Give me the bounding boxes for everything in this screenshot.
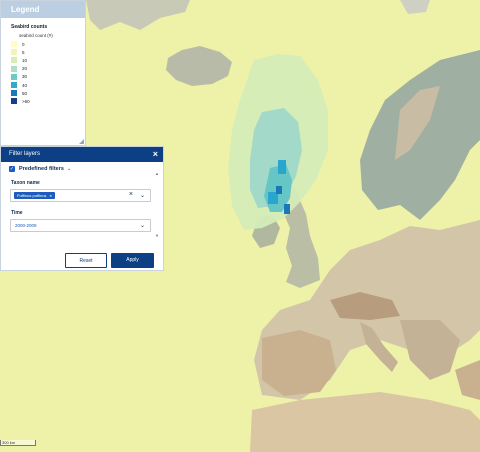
taxon-name-label: Taxon name: [11, 180, 40, 186]
legend-swatch: [11, 49, 17, 56]
legend-swatch: [11, 90, 17, 97]
legend-label: 10: [22, 57, 28, 63]
legend-item: 5: [11, 48, 85, 56]
legend-label: >60: [22, 98, 30, 104]
legend-label: 20: [22, 66, 28, 72]
taxon-tag: Puffinus puffinus ×: [14, 192, 55, 199]
legend-list: 0 5 10 20 30 40 50 >60: [1, 40, 85, 106]
filter-panel-header: Filter layers ×: [1, 147, 163, 162]
taxon-name-select[interactable]: Puffinus puffinus × × ⌄: [10, 189, 151, 202]
legend-label: 40: [22, 82, 28, 88]
chevron-down-icon[interactable]: ⌄: [67, 166, 71, 172]
reset-button[interactable]: Reset: [65, 253, 107, 268]
time-label: Time: [11, 210, 23, 216]
legend-label: 5: [22, 49, 25, 55]
legend-swatch: [11, 57, 17, 64]
predefined-filters-label: Predefined filters: [19, 166, 64, 172]
chevron-down-icon[interactable]: ⌄: [140, 192, 145, 199]
legend-item: >60: [11, 97, 85, 105]
apply-button[interactable]: Apply: [111, 253, 154, 268]
legend-swatch: [11, 41, 17, 48]
legend-item: 40: [11, 81, 85, 89]
legend-subtitle: seabird count (#): [19, 33, 53, 38]
legend-item: 20: [11, 65, 85, 73]
legend-swatch: [11, 98, 17, 105]
time-value: 2000-2009: [15, 223, 37, 228]
legend-item: 0: [11, 40, 85, 48]
scale-bar: 300 km: [0, 440, 36, 446]
heatmap-cell-50: [276, 186, 282, 194]
legend-label: 30: [22, 74, 28, 80]
legend-swatch: [11, 65, 17, 72]
remove-tag-icon[interactable]: ×: [49, 193, 51, 198]
close-icon[interactable]: ×: [153, 147, 158, 162]
legend-item: 10: [11, 56, 85, 64]
legend-panel: Legend Seabird counts seabird count (#) …: [0, 0, 86, 146]
time-select[interactable]: 2000-2009 ⌄: [10, 219, 151, 232]
legend-title: Seabird counts: [11, 24, 48, 30]
scroll-up-icon[interactable]: ▲: [155, 171, 159, 176]
legend-swatch: [11, 73, 17, 80]
heatmap-cell-40: [278, 160, 286, 174]
taxon-tag-label: Puffinus puffinus: [17, 193, 47, 198]
checkbox-checked-icon[interactable]: ✓: [9, 166, 15, 172]
clear-icon[interactable]: ×: [129, 191, 133, 198]
legend-resize-handle[interactable]: [79, 139, 84, 144]
heatmap-cell-50: [284, 204, 290, 214]
filter-panel-title: Filter layers: [9, 151, 41, 157]
chevron-down-icon[interactable]: ⌄: [140, 222, 145, 229]
legend-header: Legend: [1, 1, 85, 18]
legend-label: 50: [22, 90, 28, 96]
legend-label: 0: [22, 41, 25, 47]
predefined-filters-toggle[interactable]: ✓ Predefined filters ⌄: [9, 166, 163, 172]
legend-swatch: [11, 82, 17, 89]
filter-layers-panel: Filter layers × ✓ Predefined filters ⌄ T…: [0, 146, 164, 271]
scroll-down-icon[interactable]: ▼: [155, 233, 159, 238]
legend-item: 30: [11, 73, 85, 81]
legend-item: 50: [11, 89, 85, 97]
